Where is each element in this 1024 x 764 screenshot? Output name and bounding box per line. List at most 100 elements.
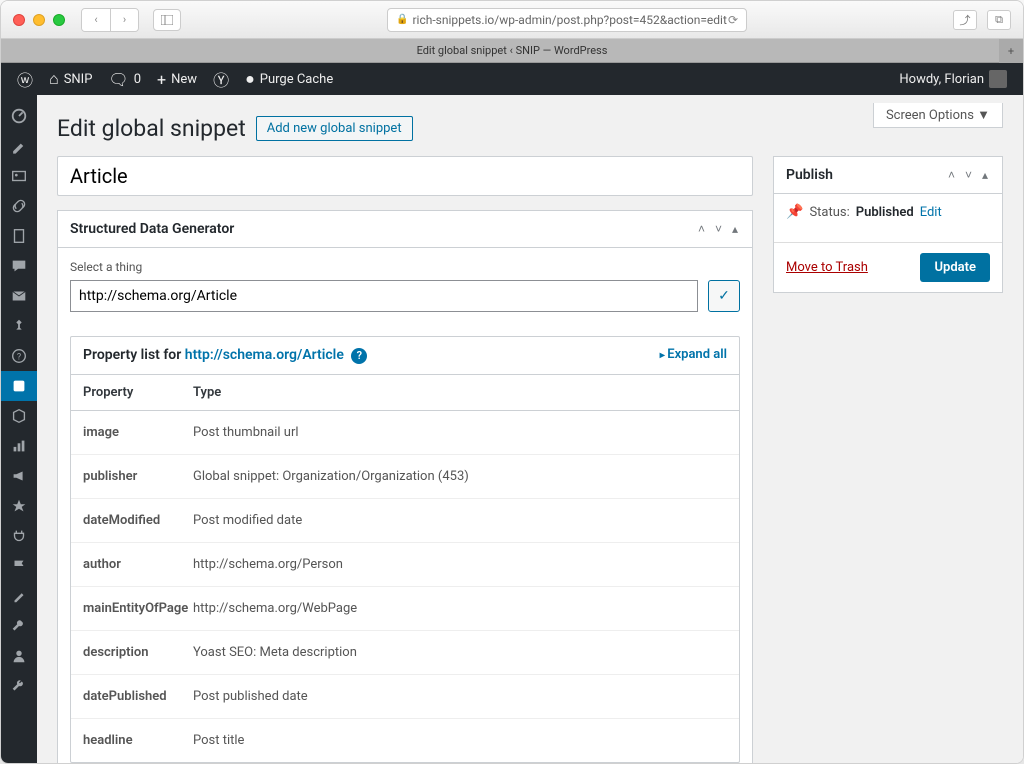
property-row[interactable]: mainEntityOfPagehttp://schema.org/WebPag… [71, 587, 739, 631]
property-type: http://schema.org/WebPage [193, 601, 357, 616]
property-type: Post thumbnail url [193, 425, 299, 440]
refresh-icon[interactable]: ⟳ [728, 13, 738, 27]
add-new-button[interactable]: Add new global snippet [256, 116, 413, 141]
property-type: Post modified date [193, 513, 302, 528]
new-tab-button[interactable]: + [999, 39, 1023, 63]
property-name: description [83, 645, 193, 660]
property-row[interactable]: dateModifiedPost modified date [71, 499, 739, 543]
menu-stats[interactable] [1, 431, 37, 461]
chevron-down-icon[interactable]: ˅ [963, 168, 974, 182]
tabs-icon[interactable]: ⧉ [987, 10, 1011, 30]
window-controls [13, 14, 65, 26]
dot-icon: ● [245, 69, 255, 89]
chevron-up-icon[interactable]: ˄ [946, 168, 957, 182]
menu-pin[interactable] [1, 311, 37, 341]
menu-flag[interactable] [1, 551, 37, 581]
move-to-trash[interactable]: Move to Trash [786, 260, 868, 275]
tab-title[interactable]: Edit global snippet ‹ SNIP — WordPress [417, 44, 608, 57]
property-row[interactable]: datePublishedPost published date [71, 675, 739, 719]
property-type: Post title [193, 733, 244, 748]
menu-settings[interactable] [1, 671, 37, 701]
select-thing-label: Select a thing [70, 260, 740, 274]
status-value: Published [856, 205, 914, 220]
menu-tools[interactable] [1, 611, 37, 641]
property-row[interactable]: imagePost thumbnail url [71, 411, 739, 455]
nav-buttons: ‹ › [81, 8, 139, 32]
menu-media[interactable] [1, 161, 37, 191]
menu-help[interactable]: ? [1, 341, 37, 371]
menu-snip[interactable] [1, 371, 37, 401]
menu-cube[interactable] [1, 401, 37, 431]
schema-link[interactable]: http://schema.org/Article [185, 347, 344, 363]
collapse-icon[interactable]: ▴ [730, 222, 740, 236]
pin-icon: 📌 [786, 204, 803, 220]
publish-box: Publish ˄ ˅ ▴ 📌 Status: Publishe [773, 156, 1003, 293]
purge-cache[interactable]: ●Purge Cache [237, 63, 341, 95]
my-account[interactable]: Howdy, Florian [891, 63, 1015, 95]
property-name: datePublished [83, 689, 193, 704]
yoast-link[interactable]: Ⓨ [205, 63, 237, 95]
menu-posts[interactable] [1, 131, 37, 161]
screen-options-toggle[interactable]: Screen Options ▼ [873, 103, 1003, 128]
close-icon[interactable] [13, 14, 25, 26]
property-name: image [83, 425, 193, 440]
update-button[interactable]: Update [920, 253, 990, 282]
avatar [989, 70, 1007, 88]
confirm-thing-button[interactable]: ✓ [708, 280, 740, 312]
generator-box-title: Structured Data Generator [70, 221, 234, 237]
admin-menu: ? [1, 95, 37, 763]
property-list-label: Property list for [83, 347, 185, 363]
wp-logo[interactable]: ⓦ [9, 63, 41, 95]
property-table: Property list for http://schema.org/Arti… [70, 336, 740, 763]
menu-mail[interactable] [1, 281, 37, 311]
post-title-input[interactable] [57, 156, 753, 196]
forward-button[interactable]: › [110, 9, 138, 31]
url-text: rich-snippets.io/wp-admin/post.php?post=… [412, 13, 726, 27]
menu-dashboard[interactable] [1, 101, 37, 131]
new-content[interactable]: +New [149, 63, 205, 95]
yoast-icon: Ⓨ [213, 67, 229, 91]
menu-users[interactable] [1, 641, 37, 671]
property-type: Post published date [193, 689, 308, 704]
generator-box: Structured Data Generator ˄ ˅ ▴ Select a… [57, 210, 753, 763]
comments-link[interactable]: 🗨0 [100, 63, 149, 95]
property-row[interactable]: descriptionYoast SEO: Meta description [71, 631, 739, 675]
col-type: Type [193, 385, 221, 400]
minimize-icon[interactable] [33, 14, 45, 26]
property-type: http://schema.org/Person [193, 557, 343, 572]
back-button[interactable]: ‹ [82, 9, 110, 31]
menu-comments[interactable] [1, 251, 37, 281]
maximize-icon[interactable] [53, 14, 65, 26]
chevron-down-icon[interactable]: ˅ [713, 222, 724, 236]
property-name: dateModified [83, 513, 193, 528]
status-label: Status: [809, 205, 849, 220]
publish-box-title: Publish [786, 167, 833, 183]
property-name: mainEntityOfPage [83, 601, 193, 616]
property-row[interactable]: publisherGlobal snippet: Organization/Or… [71, 455, 739, 499]
menu-star[interactable] [1, 491, 37, 521]
share-icon[interactable]: ⤴ [953, 10, 977, 30]
url-bar[interactable]: 🔒 rich-snippets.io/wp-admin/post.php?pos… [387, 8, 747, 32]
site-home[interactable]: ⌂SNIP [41, 63, 100, 95]
property-name: publisher [83, 469, 193, 484]
property-row[interactable]: authorhttp://schema.org/Person [71, 543, 739, 587]
sidebar-toggle-icon[interactable] [153, 9, 181, 31]
menu-links[interactable] [1, 191, 37, 221]
svg-text:?: ? [17, 353, 21, 363]
property-name: headline [83, 733, 193, 748]
menu-pages[interactable] [1, 221, 37, 251]
menu-megaphone[interactable] [1, 461, 37, 491]
menu-plug[interactable] [1, 521, 37, 551]
property-row[interactable]: headlinePost title [71, 719, 739, 762]
plus-icon: + [157, 70, 166, 89]
home-icon: ⌂ [49, 69, 59, 89]
comment-icon: 🗨 [108, 70, 128, 89]
menu-appearance[interactable] [1, 581, 37, 611]
chevron-up-icon[interactable]: ˄ [696, 222, 707, 236]
collapse-icon[interactable]: ▴ [980, 168, 990, 182]
expand-all-button[interactable]: Expand all [660, 347, 727, 364]
thing-input[interactable] [70, 280, 698, 312]
edit-status-link[interactable]: Edit [920, 205, 942, 220]
browser-titlebar: ‹ › 🔒 rich-snippets.io/wp-admin/post.php… [1, 1, 1023, 39]
help-icon[interactable]: ? [351, 348, 367, 364]
